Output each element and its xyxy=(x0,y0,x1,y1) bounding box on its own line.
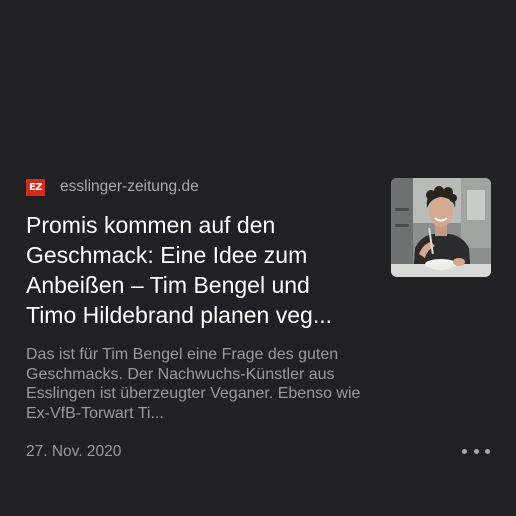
more-dot xyxy=(485,448,490,454)
article-summary: Das ist für Tim Bengel eine Frage des gu… xyxy=(26,346,361,422)
more-dot xyxy=(473,448,479,454)
article-date: 27. Nov. 2020 xyxy=(26,443,122,460)
source-logo: EZ xyxy=(26,178,45,196)
article-thumbnail[interactable] xyxy=(391,178,491,277)
source-name: esslinger-zeitung.de xyxy=(60,178,199,195)
more-options-button[interactable] xyxy=(462,442,490,460)
thumbnail-image xyxy=(391,178,491,277)
article-headline[interactable]: Promis kommen auf den Geschmack: Eine Id… xyxy=(26,210,366,330)
source-row: EZ esslinger-zeitung.de xyxy=(26,177,199,197)
more-dot xyxy=(462,448,467,454)
news-card[interactable]: EZ esslinger-zeitung.de Promis kommen au… xyxy=(0,0,516,516)
